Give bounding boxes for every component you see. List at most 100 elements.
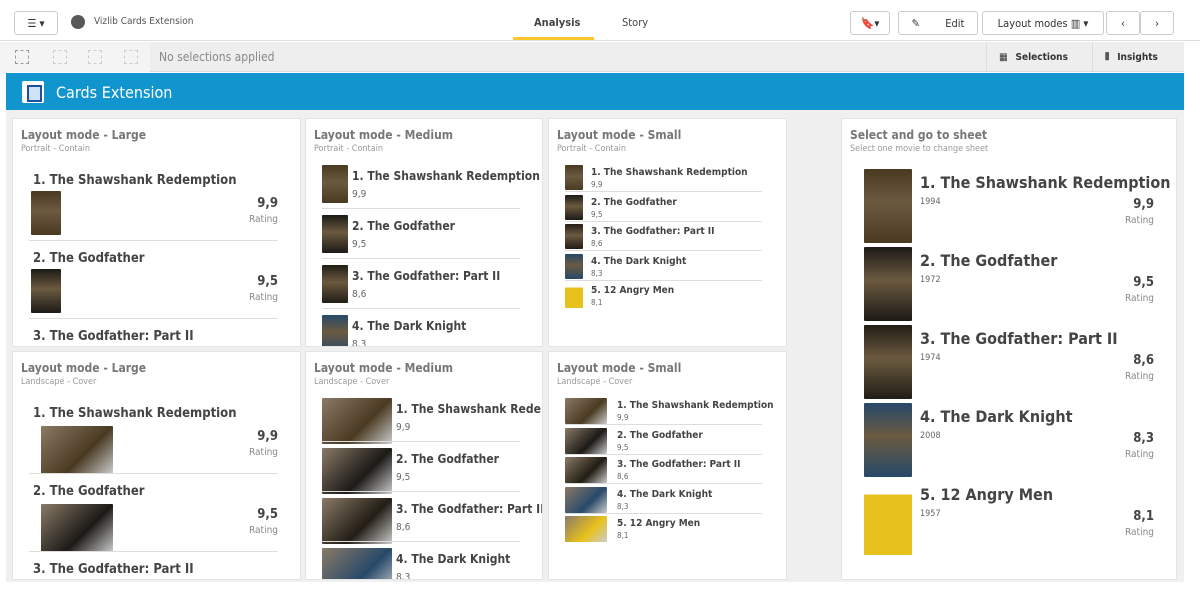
movie-card[interactable]: 3. The Godfather: Part II 8,6 bbox=[549, 455, 786, 484]
movie-card[interactable]: 1. The Shawshank Redemption 9,9 Rating bbox=[13, 163, 300, 241]
movie-card[interactable]: 2. The Godfather 1972 9,5 Rating bbox=[842, 241, 1176, 321]
selections-bar: No selections applied ▦ Selections ⫴ Insig… bbox=[0, 42, 1184, 72]
panel-title: Layout mode - Medium bbox=[314, 128, 454, 142]
selections-button[interactable]: ▦ Selections bbox=[986, 42, 1092, 72]
movie-card[interactable]: 4. The Dark Knight 2008 8,3 Rating bbox=[842, 397, 1176, 477]
movie-rating: 9,5 bbox=[257, 274, 278, 289]
selections-label: Selections bbox=[1015, 51, 1068, 63]
movie-rating: 9,9 bbox=[257, 196, 278, 211]
panel-subtitle: Portrait - Contain bbox=[557, 144, 627, 154]
movie-rating: 9,9 bbox=[617, 413, 629, 422]
movie-card[interactable]: 1. The Shawshank Redemption 9,9 bbox=[549, 163, 786, 192]
card-divider bbox=[322, 441, 520, 442]
active-tab-indicator bbox=[513, 37, 594, 40]
movie-poster-image bbox=[31, 269, 61, 313]
panel-subtitle: Landscape - Cover bbox=[21, 377, 97, 387]
global-menu-button[interactable]: ☰ ▾ bbox=[14, 11, 58, 35]
movie-card[interactable]: 3. The Godfather: Part II 8,6 bbox=[306, 496, 542, 546]
movie-card[interactable]: 5. 12 Angry Men 8,1 bbox=[549, 514, 786, 543]
movie-title: 4. The Dark Knight bbox=[920, 407, 1073, 426]
sheet-header: Cards Extension bbox=[6, 73, 1184, 110]
movie-card[interactable]: 4. The Dark Knight 8,3 bbox=[549, 252, 786, 281]
step-back-icon[interactable] bbox=[53, 50, 67, 64]
clear-selections-icon[interactable] bbox=[124, 50, 138, 64]
movie-card[interactable]: 1. The Shawshank Redemption 1994 9,9 Rating bbox=[842, 163, 1176, 243]
previous-sheet-button[interactable]: ‹ bbox=[1106, 11, 1140, 35]
card-divider bbox=[322, 208, 520, 209]
selection-tools bbox=[0, 42, 150, 72]
movie-title: 3. The Godfather: Part II bbox=[617, 459, 741, 470]
sheet-title: Cards Extension bbox=[56, 83, 173, 102]
movie-year: 1994 bbox=[920, 197, 941, 207]
selections-icon: ▦ bbox=[999, 51, 1008, 63]
movie-card[interactable]: 2. The Godfather 9,5 bbox=[306, 213, 542, 263]
movie-rating: 8,1 bbox=[617, 531, 629, 540]
movie-card[interactable]: 4. The Dark Knight 8,3 bbox=[306, 546, 542, 579]
movie-title: 1. The Shawshank Redemption bbox=[33, 406, 237, 421]
movie-title: 3. The Godfather: Part II bbox=[33, 562, 194, 577]
layout-modes-button[interactable]: Layout modes ▥ ▾ bbox=[982, 11, 1104, 35]
insights-button[interactable]: ⫴ Insights bbox=[1092, 42, 1184, 72]
tab-analysis[interactable]: Analysis bbox=[534, 16, 580, 29]
rating-label: Rating bbox=[249, 447, 278, 458]
movie-card[interactable]: 3. The Godfather: Part II 1974 8,6 Rating bbox=[842, 319, 1176, 399]
movie-title: 2. The Godfather bbox=[617, 429, 703, 441]
movie-title: 2. The Godfather bbox=[352, 219, 455, 233]
movie-poster-image bbox=[322, 498, 392, 544]
movie-card[interactable]: 4. The Dark Knight 8,3 bbox=[549, 485, 786, 514]
movie-poster-image bbox=[322, 448, 392, 494]
panel-subtitle: Select one movie to change sheet bbox=[850, 144, 989, 154]
movie-rating: 9,9 bbox=[352, 189, 367, 200]
movie-card[interactable]: 3. The Godfather: Part II8,6Rating bbox=[13, 319, 300, 346]
insights-label: Insights bbox=[1117, 51, 1158, 63]
movie-card[interactable]: 3. The Godfather: Part II8,6Rating bbox=[13, 552, 300, 579]
movie-poster-image bbox=[322, 398, 392, 444]
movie-title: 5. 12 Angry Men bbox=[617, 518, 701, 529]
movie-rating: 9,9 bbox=[591, 180, 603, 189]
movie-card[interactable]: 1. The Shawshank Redemption 9,9 Rating bbox=[13, 396, 300, 474]
next-sheet-button[interactable]: › bbox=[1140, 11, 1174, 35]
movie-card[interactable]: 2. The Godfather 9,5 Rating bbox=[13, 474, 300, 552]
smart-search-icon[interactable] bbox=[15, 50, 29, 64]
cards-panel: Layout mode - Large Portrait - Contain 1. … bbox=[12, 118, 301, 347]
sheet-content: Layout mode - Large Portrait - Contain 1. … bbox=[6, 110, 1184, 582]
movie-year: 1972 bbox=[920, 275, 941, 285]
movie-title: 3. The Godfather: Part II bbox=[396, 502, 543, 516]
movie-card[interactable]: 2. The Godfather 9,5 bbox=[549, 193, 786, 222]
movie-card[interactable]: 5. 12 Angry Men 8,1 bbox=[549, 281, 786, 310]
movie-card[interactable]: 3. The Godfather: Part II 8,6 bbox=[549, 222, 786, 251]
movie-card[interactable]: 2. The Godfather 9,5 bbox=[306, 446, 542, 496]
movie-poster-image bbox=[565, 253, 583, 279]
panel-subtitle: Landscape - Cover bbox=[557, 377, 633, 387]
movie-card[interactable]: 2. The Godfather 9,5 bbox=[549, 426, 786, 455]
tab-story[interactable]: Story bbox=[622, 16, 648, 29]
movie-rating: 8,6 bbox=[617, 472, 629, 481]
movie-poster-image bbox=[322, 315, 348, 346]
edit-button[interactable]: ✎ Edit bbox=[898, 11, 978, 35]
movie-card[interactable]: 2. The Godfather 9,5 Rating bbox=[13, 241, 300, 319]
bookmark-button[interactable]: 🔖▾ bbox=[850, 11, 890, 35]
step-forward-icon[interactable] bbox=[88, 50, 102, 64]
movie-card[interactable]: 4. The Dark Knight 8,3 bbox=[306, 313, 542, 346]
panel-title: Layout mode - Small bbox=[557, 361, 682, 375]
movie-card[interactable]: 1. The Shawshank Rede. 9,9 bbox=[306, 396, 542, 446]
movie-rating: 9,5 bbox=[1133, 275, 1154, 290]
movie-title: 4. The Dark Knight bbox=[591, 255, 687, 267]
movie-card[interactable]: 1. The Shawshank Redemption 9,9 bbox=[549, 396, 786, 425]
movie-rating: 9,5 bbox=[591, 209, 603, 219]
movie-rating: 8,6 bbox=[352, 289, 367, 300]
movie-card[interactable]: 1. The Shawshank Redemption 9,9 bbox=[306, 163, 542, 213]
cards-panel: Layout mode - Medium Landscape - Cover 1. … bbox=[305, 351, 543, 580]
movie-title: 1. The Shawshank Redemption bbox=[617, 400, 774, 411]
rating-label: Rating bbox=[1125, 449, 1154, 460]
movie-card[interactable]: 3. The Godfather: Part II 8,6 bbox=[306, 263, 542, 313]
movie-title: 1. The Shawshank Redemption bbox=[920, 173, 1171, 192]
chart-icon: ▥ ▾ bbox=[1070, 16, 1089, 30]
movie-poster-image bbox=[41, 426, 113, 474]
cards-panel: Layout mode - Small Landscape - Cover 1. T… bbox=[548, 351, 787, 580]
movie-poster-image bbox=[41, 504, 113, 552]
movie-year: 1957 bbox=[920, 509, 941, 519]
movie-card[interactable]: 5. 12 Angry Men 1957 8,1 Rating bbox=[842, 475, 1176, 555]
panel-subtitle: Portrait - Contain bbox=[21, 144, 91, 154]
movie-title: 2. The Godfather bbox=[33, 251, 145, 266]
